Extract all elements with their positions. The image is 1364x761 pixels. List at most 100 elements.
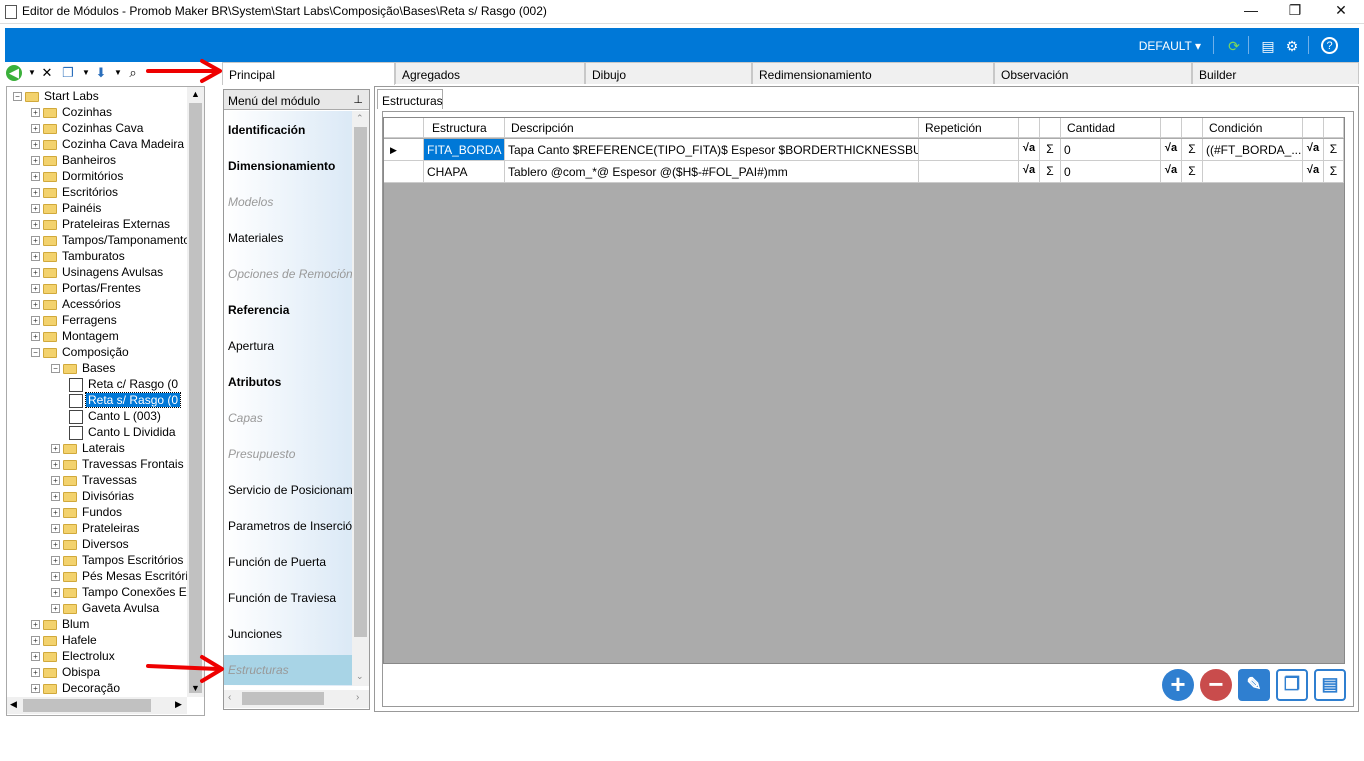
tree-item[interactable]: + Painéis (31, 200, 103, 216)
expand-icon[interactable]: + (51, 540, 60, 550)
sum-icon[interactable]: Σ (1324, 161, 1344, 183)
expand-icon[interactable]: + (31, 668, 40, 678)
tree-item[interactable]: + Banheiros (31, 152, 118, 168)
expand-icon[interactable]: + (51, 508, 60, 518)
tree-item[interactable]: + Tampos/Tamponamentos (31, 232, 198, 248)
chevron-up-icon[interactable]: ⌃ (356, 113, 364, 124)
expand-icon[interactable]: + (31, 284, 40, 294)
tab-dibujo[interactable]: Dibujo (585, 62, 752, 84)
tree-item[interactable]: + Pés Mesas Escritórios (51, 568, 203, 584)
remove-icon[interactable]: − (1200, 669, 1232, 701)
tree-item[interactable]: + Diversos (51, 536, 131, 552)
cell-cantidad[interactable]: 0 (1061, 161, 1161, 183)
menu-item[interactable]: Presupuesto (224, 439, 352, 469)
pin-icon[interactable]: ⊥ (353, 93, 363, 106)
tree-horizontal-scrollbar[interactable]: ◀ ▶ (7, 697, 187, 714)
delete-icon[interactable]: ✕ (39, 65, 55, 81)
menu-item[interactable]: Servicio de Posicionamiento (224, 475, 352, 505)
tree-item[interactable]: + Hafele (31, 632, 99, 648)
tree-item[interactable]: − Bases (51, 360, 117, 376)
scrollbar-thumb[interactable] (354, 127, 367, 637)
tree-item[interactable]: + Laterais (51, 440, 127, 456)
menu-item[interactable]: Función de Puerta (224, 547, 352, 577)
formula-icon[interactable]: √a (1161, 161, 1182, 183)
expand-icon[interactable]: + (31, 300, 40, 310)
chevron-right-icon[interactable]: ▶ (175, 699, 182, 710)
tree-item[interactable]: − Composição (31, 344, 131, 360)
menu-item[interactable]: Dimensionamiento (224, 151, 352, 181)
tree-item[interactable]: + Decoração (31, 680, 122, 696)
row-selector[interactable] (384, 161, 424, 183)
expand-icon[interactable]: + (31, 204, 40, 214)
tree-vertical-scrollbar[interactable]: ▲ ▼ (187, 87, 204, 697)
expand-icon[interactable]: + (31, 620, 40, 630)
expand-icon[interactable]: + (31, 188, 40, 198)
expand-icon[interactable]: + (51, 460, 60, 470)
tab-principal[interactable]: Principal (222, 62, 395, 85)
expand-icon[interactable]: + (31, 332, 40, 342)
sum-icon[interactable]: Σ (1182, 161, 1203, 183)
tree-item[interactable]: + Escritórios (31, 184, 120, 200)
menu-item[interactable]: Atributos (224, 367, 352, 397)
tree-item[interactable]: + Tampo Conexões Escr (51, 584, 204, 600)
tree-item[interactable]: + Tampos Escritórios (51, 552, 185, 568)
column-header-cantidad[interactable]: Cantidad (1061, 118, 1161, 138)
tree-item[interactable]: + Ferragens (31, 312, 119, 328)
expand-icon[interactable]: + (51, 444, 60, 454)
tree-item[interactable]: − Start Labs (13, 88, 101, 104)
formula-icon[interactable]: √a (1161, 139, 1182, 161)
sum-icon[interactable]: Σ (1040, 161, 1061, 183)
expand-icon[interactable]: + (31, 172, 40, 182)
add-icon[interactable]: + (1162, 669, 1194, 701)
tree-item[interactable]: + Montagem (31, 328, 121, 344)
column-header-repeticion[interactable]: Repetición (919, 118, 1019, 138)
structures-grid[interactable]: Estructura Descripción Repetición Cantid… (383, 117, 1345, 664)
scrollbar-thumb[interactable] (242, 692, 324, 705)
menu-horizontal-scrollbar[interactable]: ‹ › (224, 690, 369, 708)
menu-item[interactable]: Materiales (224, 223, 352, 253)
column-header-estructura[interactable]: Estructura (424, 118, 505, 138)
chevron-down-icon[interactable]: ▼ (24, 65, 40, 81)
tree-item[interactable]: + Electrolux (31, 648, 117, 664)
tree-item[interactable]: + Cozinha Cava Madeira (31, 136, 186, 152)
tab-estructuras[interactable]: Estructuras (377, 89, 443, 109)
sum-icon[interactable]: Σ (1040, 139, 1061, 161)
collapse-icon[interactable]: − (51, 364, 60, 374)
cell-cantidad[interactable]: 0 (1061, 139, 1161, 161)
help-icon[interactable]: ? (1321, 37, 1338, 54)
find-icon[interactable]: ⌕ (125, 65, 141, 81)
chevron-down-icon[interactable]: ▼ (110, 65, 126, 81)
profile-dropdown[interactable]: DEFAULT ▾ (1139, 39, 1201, 53)
chevron-up-icon[interactable]: ▲ (191, 89, 200, 99)
formula-icon[interactable]: √a (1303, 139, 1324, 161)
tree-item[interactable]: + Prateleiras Externas (31, 216, 172, 232)
expand-icon[interactable]: + (31, 140, 40, 150)
collapse-icon[interactable]: − (31, 348, 40, 358)
edit-icon[interactable]: ✎ (1238, 669, 1270, 701)
download-icon[interactable]: ⬇ (93, 65, 109, 81)
close-button[interactable]: ✕ (1318, 0, 1364, 22)
cell-estructura[interactable]: FITA_BORDA (424, 139, 505, 161)
cell-repeticion[interactable] (919, 161, 1019, 183)
expand-icon[interactable]: + (51, 492, 60, 502)
cell-condicion[interactable] (1203, 161, 1303, 183)
tree-item[interactable]: + Divisórias (51, 488, 136, 504)
tree-item[interactable]: + Fundos (51, 504, 124, 520)
copy-icon[interactable]: ❐ (60, 65, 76, 81)
expand-icon[interactable]: + (51, 572, 60, 582)
chevron-left-icon[interactable]: ‹ (228, 692, 231, 703)
chevron-down-icon[interactable]: ▼ (191, 683, 200, 693)
tree-item[interactable]: + Cozinhas Cava (31, 120, 145, 136)
tab-observacion[interactable]: Observación (994, 62, 1192, 84)
menu-item[interactable]: Parametros de Inserción (224, 511, 352, 541)
expand-icon[interactable]: + (51, 476, 60, 486)
expand-icon[interactable]: + (31, 252, 40, 262)
tree-item[interactable]: + Dormitórios (31, 168, 125, 184)
tree-item[interactable]: + Travessas Frontais (51, 456, 186, 472)
module-tree[interactable]: − Start Labs + Cozinhas + Cozinhas Cava + Cozin… (6, 86, 205, 716)
collapse-icon[interactable]: − (13, 92, 22, 102)
sum-icon[interactable]: Σ (1182, 139, 1203, 161)
formula-icon[interactable]: √a (1019, 139, 1040, 161)
expand-icon[interactable]: + (31, 652, 40, 662)
formula-icon[interactable]: √a (1019, 161, 1040, 183)
